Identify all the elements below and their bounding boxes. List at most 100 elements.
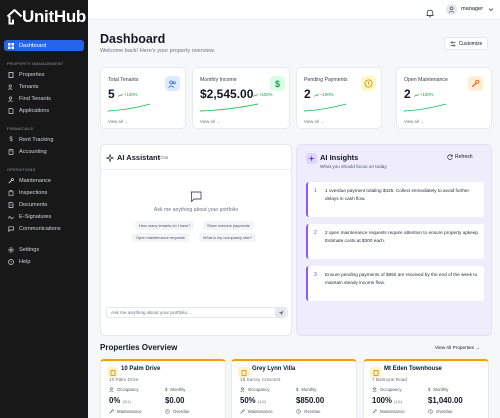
insight-item[interactable]: 1 1 overdue payment totaling $425. Colle… [306, 182, 484, 217]
property-card[interactable]: 10 Palm Drive 10 Palm Drive Occupancy $ M… [100, 359, 226, 418]
help-icon: ? [8, 258, 14, 265]
divider [101, 169, 291, 170]
chat-input[interactable]: Ask me anything about your portfolio... [106, 307, 288, 318]
file-icon [8, 107, 14, 114]
sidebar-item-applications[interactable]: Applications [4, 105, 84, 116]
occupancy-value: 50% (1/2) [240, 396, 267, 405]
stat-card-open-maintenance[interactable]: Open Maintenance 2 +100% View all → [396, 67, 492, 129]
stat-change: +100% [314, 92, 334, 97]
send-button[interactable] [275, 308, 286, 317]
logo[interactable]: UnitHub [6, 8, 86, 25]
suggestion-chip[interactable]: How many tenants do I have? [135, 221, 195, 230]
sidebar-item-help[interactable]: ? Help [4, 256, 84, 267]
occupancy-label: Occupancy [240, 387, 270, 392]
sidebar-item-dashboard[interactable]: Dashboard [4, 40, 84, 51]
stat-value: 2 [404, 87, 411, 101]
stat-label: Monthly Income [200, 77, 237, 83]
sidebar-item-documents[interactable]: Documents [4, 199, 84, 210]
stat-card-total-tenants[interactable]: Total Tenants 5 +100% View all → [100, 67, 186, 129]
sidebar-item-label: Help [19, 258, 31, 265]
section-label-financials: FINANCIALS [7, 127, 34, 131]
trend-up-icon [118, 93, 123, 97]
section-label-property: PROPERTY MANAGEMENT [7, 62, 64, 66]
stat-card-pending-payments[interactable]: Pending Payments 2 +100% View all → [296, 67, 382, 129]
property-name: 10 Palm Drive [121, 366, 161, 372]
view-all-properties-link[interactable]: View All Properties → [435, 345, 480, 350]
view-all-link[interactable]: View all → [304, 119, 324, 124]
sidebar-item-label: Applications [19, 107, 50, 114]
document-icon [8, 201, 14, 208]
ai-insights-subtitle: What you should focus on today [320, 164, 387, 169]
logo-text: UnitHub [22, 7, 86, 26]
stat-label: Open Maintenance [404, 77, 448, 83]
insight-text: 1 overdue payment totaling $425. Collect… [325, 188, 470, 201]
sparkline [200, 103, 258, 112]
insight-text: Ensure pending payments of $850 are rece… [325, 272, 478, 285]
clock-icon [296, 409, 301, 414]
sidebar-item-e-signatures[interactable]: E-Signatures [4, 211, 84, 222]
insight-item[interactable]: 2 2 open maintenance requests require at… [306, 224, 484, 259]
chevron-down-icon[interactable] [488, 7, 494, 12]
view-all-link[interactable]: View all → [108, 119, 128, 124]
sidebar-item-find-tenants[interactable]: Find Tenants [4, 93, 84, 104]
dashboard-icon [8, 42, 14, 49]
building-icon [8, 71, 14, 78]
customize-label: Customize [458, 40, 483, 47]
section-label-operations: OPERATIONS [7, 168, 36, 172]
occupancy-value: 100% (1/1) [372, 396, 403, 405]
sliders-icon [450, 40, 456, 47]
sidebar: UnitHub Dashboard PROPERTY MANAGEMENT Pr… [0, 0, 88, 418]
insight-item[interactable]: 3 Ensure pending payments of $850 are re… [306, 266, 484, 301]
wrench-icon [109, 409, 114, 414]
property-address: 10 Palm Drive [109, 377, 139, 382]
stat-card-monthly-income[interactable]: Monthly Income $2,545.00 +100% $ View al… [192, 67, 290, 129]
view-all-link[interactable]: View all → [404, 119, 424, 124]
stat-value: 5 [108, 87, 115, 101]
sidebar-item-tenants[interactable]: Tenants [4, 81, 84, 92]
monthly-value: $0.00 [165, 396, 185, 405]
wrench-icon [372, 409, 377, 414]
stat-label: Pending Payments [304, 77, 348, 83]
suggestion-chip[interactable]: Show overdue payments [203, 221, 254, 230]
sparkline [108, 103, 150, 112]
message-icon [8, 225, 14, 232]
username[interactable]: manager [461, 6, 483, 12]
view-all-link[interactable]: View all → [200, 119, 220, 124]
maintenance-label: Maintenance [109, 409, 142, 414]
sidebar-item-maintenance[interactable]: Maintenance [4, 175, 84, 186]
stat-change: +100% [118, 92, 138, 97]
occupancy-value: 0% (0/1) [109, 396, 131, 405]
topbar: manager [88, 0, 500, 20]
monthly-label: $ Monthly [296, 387, 317, 392]
sidebar-item-label: Settings [19, 246, 40, 253]
sidebar-item-communications[interactable]: Communications [4, 223, 84, 234]
sidebar-item-settings[interactable]: Settings [4, 244, 84, 255]
suggestion-chip[interactable]: Open maintenance requests [132, 233, 189, 242]
ai-assistant-title: AI Assistant [117, 153, 161, 162]
main-content: Dashboard Welcome back! Here's your prop… [88, 21, 500, 418]
customize-button[interactable]: Customize [444, 37, 488, 50]
refresh-icon [447, 154, 453, 160]
occupancy-label: Occupancy [372, 387, 402, 392]
sidebar-item-rent-tracking[interactable]: $ Rent Tracking [4, 134, 84, 145]
sidebar-item-accounting[interactable]: Accounting [4, 146, 84, 157]
section-title-properties: Properties Overview [100, 343, 178, 352]
users-icon [109, 387, 114, 392]
overdue-label: Overdue [428, 409, 452, 414]
page-title: Dashboard [100, 32, 166, 46]
overdue-label: Overdue [165, 409, 189, 414]
users-icon [240, 387, 245, 392]
gear-icon [8, 246, 14, 253]
sidebar-item-inspections[interactable]: Inspections [4, 187, 84, 198]
refresh-button[interactable]: Refresh [447, 154, 473, 160]
suggestion-chip[interactable]: What is my occupancy rate? [199, 233, 256, 242]
sidebar-item-properties[interactable]: Properties [4, 69, 84, 80]
clock-icon [165, 409, 170, 414]
avatar[interactable] [446, 4, 457, 15]
signature-icon [8, 214, 14, 220]
stat-change: +100% [414, 92, 434, 97]
property-card[interactable]: Grey Lynn Villa 18 Surrey Crescent Occup… [231, 359, 357, 418]
stat-change: +100% [253, 92, 273, 97]
property-card[interactable]: Mt Eden Townhouse 7 Balmoral Road Occupa… [363, 359, 489, 418]
chat-bubble-icon [190, 190, 202, 208]
